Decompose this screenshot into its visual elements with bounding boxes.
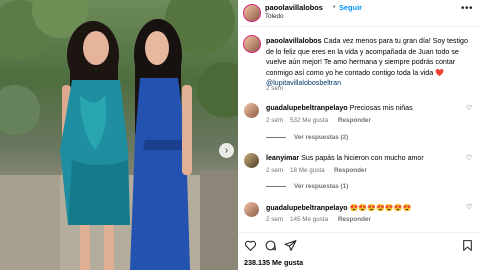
comment-avatar[interactable]	[244, 153, 259, 168]
comment-3: guadalupebeltranpelayo 😍😍😍😍😍😍😍	[266, 203, 411, 212]
comment-2-username[interactable]: leanyimar	[266, 154, 299, 162]
post-photo[interactable]: ›	[0, 0, 238, 270]
avatar[interactable]	[243, 4, 261, 22]
comment-1-username[interactable]: guadalupebeltranpelayo	[266, 104, 348, 112]
comment-1-view-replies[interactable]: Ver respuestas (2)	[266, 134, 348, 141]
comment-2-reply-button[interactable]: Responder	[334, 167, 367, 174]
divider-line	[266, 186, 286, 187]
separator-dot: •	[333, 2, 336, 11]
share-icon[interactable]	[284, 239, 297, 252]
comment-avatar[interactable]	[244, 103, 259, 118]
caption-username[interactable]: paoolavillalobos	[266, 37, 322, 45]
comment-2-like-icon[interactable]: ♡	[466, 154, 472, 162]
comment-icon[interactable]	[264, 239, 277, 252]
comment-1-text: Preciosas mis niñas	[349, 104, 413, 112]
follow-button[interactable]: Seguir	[339, 3, 362, 12]
comment-2-view-replies[interactable]: Ver respuestas (1)	[266, 183, 348, 190]
divider-line	[266, 137, 286, 138]
comment-1-replies-label: Ver respuestas (2)	[294, 134, 349, 141]
comment-3-username[interactable]: guadalupebeltranpelayo	[266, 204, 348, 212]
comment-2: leanyimar Sus papás la hicieron con much…	[266, 154, 424, 162]
comment-3-like-icon[interactable]: ♡	[466, 203, 472, 211]
comment-1-reply-button[interactable]: Responder	[338, 117, 371, 124]
post-detail-panel: paoolavillalobos • Seguir Toledo ••• pao…	[238, 0, 480, 270]
comment-3-likes[interactable]: 145 Me gusta	[290, 216, 328, 223]
comment-1-likes[interactable]: 532 Me gusta	[290, 117, 328, 124]
comment-2-time: 2 sem	[266, 167, 284, 174]
caption-time: 2 sem	[266, 85, 284, 92]
comment-2-text: Sus papás la hicieron con mucho amor	[301, 154, 424, 162]
chevron-right-icon[interactable]: ›	[219, 143, 234, 158]
heart-icon[interactable]	[244, 239, 257, 252]
comment-1: guadalupebeltranpelayo Preciosas mis niñ…	[266, 104, 413, 112]
likes-count[interactable]: 238.135 Me gusta	[244, 258, 303, 267]
location-link[interactable]: Toledo	[265, 13, 284, 20]
comment-2-likes[interactable]: 18 Me gusta	[290, 167, 325, 174]
comment-1-time: 2 sem	[266, 117, 284, 124]
caption-avatar[interactable]	[243, 35, 261, 53]
photo-illustration	[0, 0, 238, 270]
comment-3-text: 😍😍😍😍😍😍😍	[349, 204, 412, 212]
bookmark-icon[interactable]	[461, 239, 474, 252]
comment-1-like-icon[interactable]: ♡	[466, 104, 472, 112]
comment-3-reply-button[interactable]: Responder	[338, 216, 371, 223]
post-actions: 238.135 Me gusta	[238, 232, 480, 270]
more-options-icon[interactable]: •••	[461, 3, 473, 14]
post-header: paoolavillalobos • Seguir Toledo •••	[238, 0, 480, 27]
author-username[interactable]: paoolavillalobos	[265, 3, 323, 12]
comment-2-replies-label: Ver respuestas (1)	[294, 183, 349, 190]
caption: paoolavillalobos Cada vez menos para tu …	[266, 36, 476, 89]
comment-avatar[interactable]	[244, 202, 259, 217]
comment-3-time: 2 sem	[266, 216, 284, 223]
